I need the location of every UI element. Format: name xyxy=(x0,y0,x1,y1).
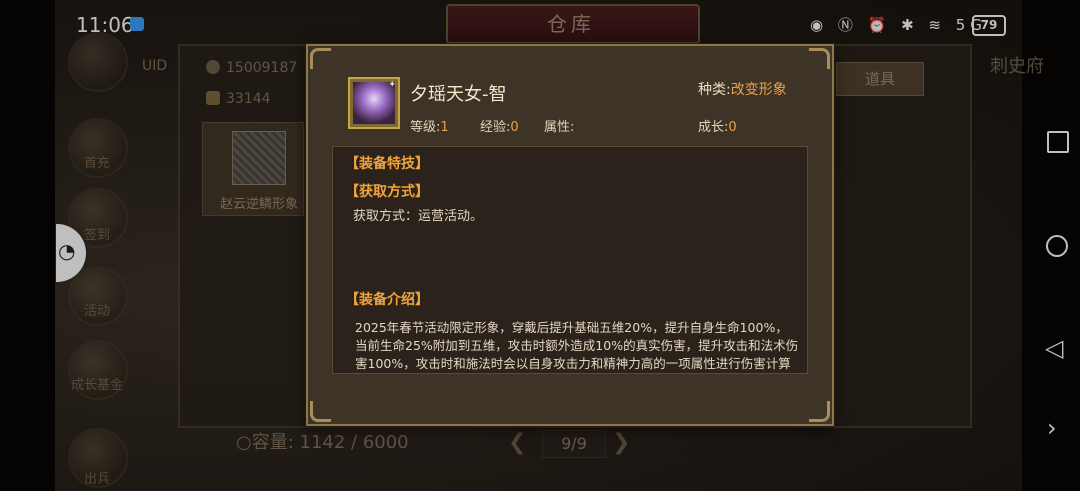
section-skill-heading: 【装备特技】 xyxy=(345,156,429,172)
level-value: 1 xyxy=(440,120,449,135)
item-type: 种类:改变形象 xyxy=(698,79,787,99)
exp-label: 经验: xyxy=(480,120,511,135)
item-badge-icon: ✦ xyxy=(388,80,396,90)
corner-ornament xyxy=(310,48,331,69)
level-stat: 等级:1 xyxy=(410,116,449,135)
intro-text: 2025年春节活动限定形象，穿戴后提升基础五维20%，提升自身生命100%，当前… xyxy=(355,320,799,371)
level-label: 等级: xyxy=(410,120,441,135)
attr-stat: 属性: xyxy=(544,116,574,135)
exp-stat: 经验:0 xyxy=(480,116,519,135)
section-intro-heading: 【装备介绍】 xyxy=(345,292,429,308)
growth-value: 0 xyxy=(728,120,737,135)
corner-ornament xyxy=(809,48,830,69)
type-label: 种类: xyxy=(698,82,731,98)
corner-ornament xyxy=(310,401,331,422)
exp-value: 0 xyxy=(510,120,519,135)
section-source-heading: 【获取方式】 xyxy=(345,184,429,200)
source-text: 获取方式：运营活动。 xyxy=(353,209,484,224)
corner-ornament xyxy=(809,401,830,422)
item-portrait: ✦ xyxy=(348,77,400,129)
growth-label: 成长: xyxy=(698,120,729,135)
growth-stat: 成长:0 xyxy=(698,116,737,135)
attr-label: 属性: xyxy=(544,120,575,135)
item-name: 夕瑶天女-智 xyxy=(410,84,507,105)
type-value: 改变形象 xyxy=(730,82,787,98)
item-description-box[interactable]: 【装备特技】 【获取方式】 获取方式：运营活动。 【装备介绍】 2025年春节活… xyxy=(332,146,808,374)
item-detail-dialog: ✦ 夕瑶天女-智 种类:改变形象 等级:1 经验:0 属性: 成长:0 【装备特… xyxy=(306,44,834,426)
